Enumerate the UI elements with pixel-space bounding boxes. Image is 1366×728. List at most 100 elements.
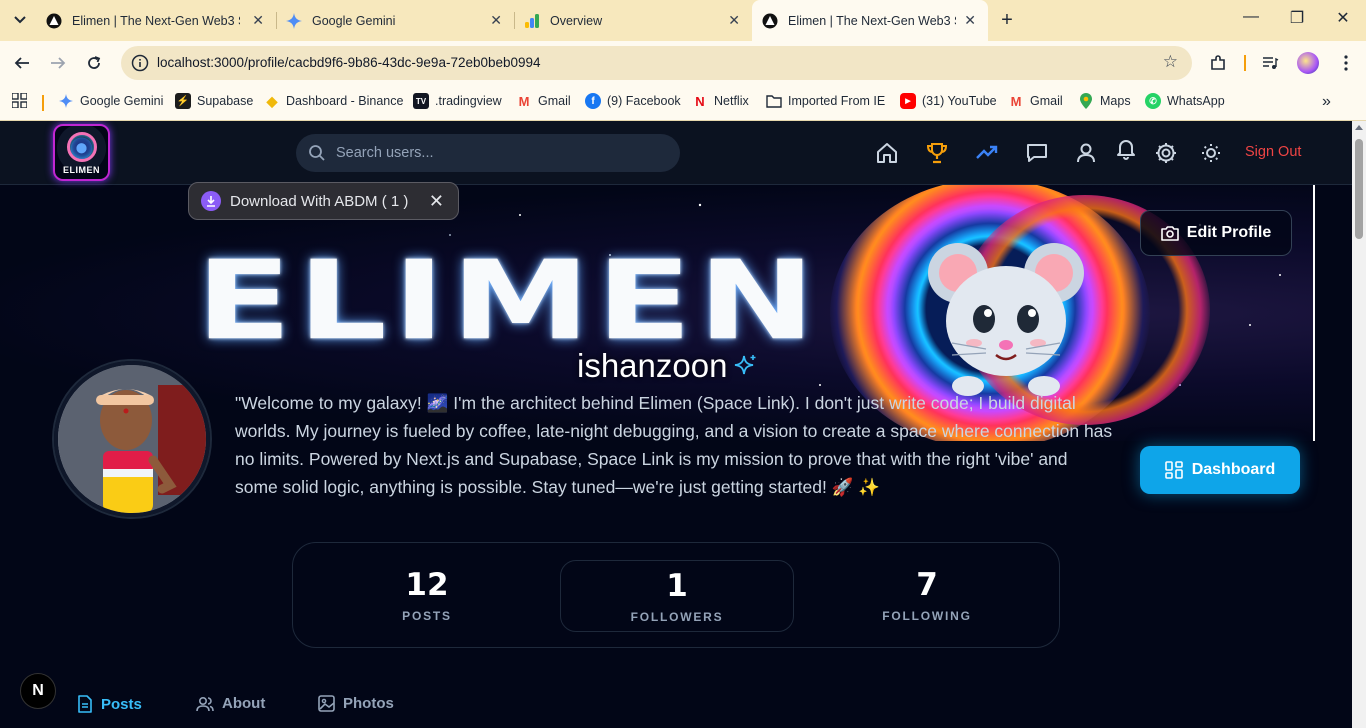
mascot-mouse-illustration bbox=[928, 243, 1084, 396]
apps-grid-icon[interactable] bbox=[12, 93, 27, 108]
site-info-icon[interactable] bbox=[131, 54, 149, 72]
settings-icon[interactable] bbox=[1153, 140, 1179, 166]
avatar-photo bbox=[58, 365, 206, 513]
netflix-icon: N bbox=[695, 93, 705, 109]
tab-about[interactable]: About bbox=[196, 695, 265, 712]
home-icon[interactable] bbox=[874, 140, 900, 166]
browser-tab[interactable]: Overview ✕ bbox=[514, 0, 752, 41]
reload-icon bbox=[88, 56, 101, 69]
browser-tab-active[interactable]: Elimen | The Next-Gen Web3 So ✕ bbox=[752, 0, 988, 41]
more-menu-icon[interactable] bbox=[1332, 49, 1360, 77]
notifications-icon[interactable] bbox=[1113, 136, 1139, 162]
sign-out-button[interactable]: Sign Out bbox=[1245, 144, 1301, 160]
bookmark-star-icon[interactable]: ☆ bbox=[1163, 52, 1178, 72]
more-bookmarks-icon[interactable]: » bbox=[1322, 93, 1331, 111]
trophy-icon[interactable] bbox=[924, 140, 950, 166]
bookmark-label: Dashboard - Binance bbox=[286, 94, 404, 108]
bookmarks-divider bbox=[42, 95, 44, 111]
profile-avatar-icon[interactable] bbox=[1294, 49, 1322, 77]
bookmark-gmail[interactable]: M Gmail bbox=[516, 93, 571, 109]
profile-username: ishanzoon bbox=[577, 347, 759, 385]
bookmark-netflix[interactable]: N Netflix bbox=[692, 93, 749, 109]
gemini-icon bbox=[286, 12, 302, 29]
tab-search-button[interactable] bbox=[8, 8, 32, 32]
tab-title: Elimen | The Next-Gen Web3 So bbox=[72, 13, 240, 28]
maps-pin-icon bbox=[1078, 93, 1094, 109]
bookmark-gemini[interactable]: Google Gemini bbox=[58, 93, 163, 109]
supabase-icon: ⚡ bbox=[175, 93, 191, 109]
back-button[interactable] bbox=[8, 49, 36, 77]
logo-ring bbox=[67, 132, 97, 162]
stat-value: 1 bbox=[666, 568, 688, 604]
search-icon bbox=[309, 145, 325, 161]
search-input[interactable] bbox=[336, 143, 656, 163]
bookmark-label: (9) Facebook bbox=[607, 94, 681, 108]
bookmark-binance[interactable]: ◆ Dashboard - Binance bbox=[264, 93, 404, 109]
tab-photos[interactable]: Photos bbox=[318, 695, 394, 712]
address-bar[interactable]: localhost:3000/profile/cacbd9f6-9b86-43d… bbox=[121, 46, 1192, 80]
bookmark-label: Google Gemini bbox=[80, 94, 164, 108]
tab-title: Google Gemini bbox=[312, 13, 396, 28]
browser-tab[interactable]: Google Gemini ✕ bbox=[276, 0, 514, 41]
bookmark-tradingview[interactable]: TV .tradingview bbox=[413, 93, 502, 109]
folder-icon bbox=[766, 93, 782, 109]
close-popup-icon[interactable]: ✕ bbox=[429, 191, 444, 212]
bookmark-label: Netflix bbox=[714, 94, 749, 108]
bookmark-label: Supabase bbox=[197, 94, 254, 108]
tab-posts[interactable]: Posts bbox=[77, 695, 142, 713]
close-tab-icon[interactable]: ✕ bbox=[728, 12, 740, 29]
logo-text: ELIMEN bbox=[62, 165, 100, 175]
close-window-icon[interactable]: ✕ bbox=[1320, 8, 1366, 28]
stat-following[interactable]: 7 FOLLOWING bbox=[810, 560, 1044, 632]
extensions-icon[interactable] bbox=[1204, 49, 1232, 77]
minimize-icon[interactable]: — bbox=[1228, 8, 1274, 26]
close-tab-icon[interactable]: ✕ bbox=[964, 12, 976, 29]
dashboard-grid-icon bbox=[1164, 461, 1183, 479]
analytics-icon bbox=[524, 13, 540, 29]
download-label: Download With ABDM ( 1 ) bbox=[230, 192, 409, 210]
scroll-up-icon[interactable] bbox=[1355, 125, 1363, 130]
stat-posts[interactable]: 12 POSTS bbox=[310, 560, 544, 632]
trending-icon[interactable] bbox=[974, 140, 1000, 166]
download-extension-popup[interactable]: Download With ABDM ( 1 ) ✕ bbox=[188, 182, 459, 220]
bookmark-gmail-2[interactable]: M Gmail bbox=[1008, 93, 1063, 109]
stat-label: FOLLOWING bbox=[882, 609, 972, 623]
url-text[interactable]: localhost:3000/profile/cacbd9f6-9b86-43d… bbox=[157, 55, 541, 70]
bookmark-youtube[interactable]: ▶ (31) YouTube bbox=[900, 93, 997, 109]
user-search[interactable] bbox=[296, 134, 680, 172]
bookmarks-bar: Google Gemini ⚡ Supabase ◆ Dashboard - B… bbox=[0, 85, 1366, 121]
theme-toggle-icon[interactable] bbox=[1198, 140, 1224, 166]
bookmark-label: WhatsApp bbox=[1167, 94, 1225, 108]
messages-icon[interactable] bbox=[1024, 140, 1050, 166]
nextjs-dev-badge[interactable]: N bbox=[20, 673, 56, 709]
browser-tab[interactable]: Elimen | The Next-Gen Web3 So ✕ bbox=[36, 0, 276, 41]
elimen-app: ELIMEN ELIMEN Search users... Sign Out D… bbox=[0, 121, 1352, 728]
dashboard-button[interactable]: Dashboard bbox=[1140, 446, 1300, 494]
whatsapp-icon: ✆ bbox=[1145, 93, 1161, 109]
edit-profile-button[interactable]: Edit Profile bbox=[1140, 210, 1292, 256]
reload-button[interactable] bbox=[80, 49, 108, 77]
tab-label: Photos bbox=[343, 695, 394, 712]
new-tab-button[interactable]: + bbox=[996, 9, 1018, 32]
stat-value: 7 bbox=[916, 567, 938, 603]
gmail-icon: M bbox=[1010, 93, 1022, 109]
restore-icon[interactable]: ❐ bbox=[1274, 8, 1320, 28]
scrollbar-thumb[interactable] bbox=[1355, 139, 1363, 239]
media-control-icon[interactable] bbox=[1256, 49, 1284, 77]
profile-icon[interactable] bbox=[1073, 140, 1099, 166]
bookmark-facebook[interactable]: f (9) Facebook bbox=[585, 93, 681, 109]
bookmark-whatsapp[interactable]: ✆ WhatsApp bbox=[1145, 93, 1225, 109]
stat-followers[interactable]: 1 FOLLOWERS bbox=[560, 560, 794, 632]
bookmark-supabase[interactable]: ⚡ Supabase bbox=[175, 93, 253, 109]
bookmark-maps[interactable]: Maps bbox=[1078, 93, 1131, 109]
profile-avatar[interactable] bbox=[54, 361, 210, 517]
page-scrollbar[interactable] bbox=[1352, 121, 1366, 728]
bookmark-folder-ie[interactable]: Imported From IE bbox=[766, 93, 885, 109]
chevron-down-icon bbox=[14, 16, 26, 24]
elimen-logo[interactable]: ELIMEN bbox=[53, 124, 110, 181]
close-tab-icon[interactable]: ✕ bbox=[490, 12, 502, 29]
stat-label: POSTS bbox=[402, 609, 452, 623]
forward-button[interactable] bbox=[44, 49, 72, 77]
tab-title: Overview bbox=[550, 13, 603, 28]
close-tab-icon[interactable]: ✕ bbox=[252, 12, 264, 29]
